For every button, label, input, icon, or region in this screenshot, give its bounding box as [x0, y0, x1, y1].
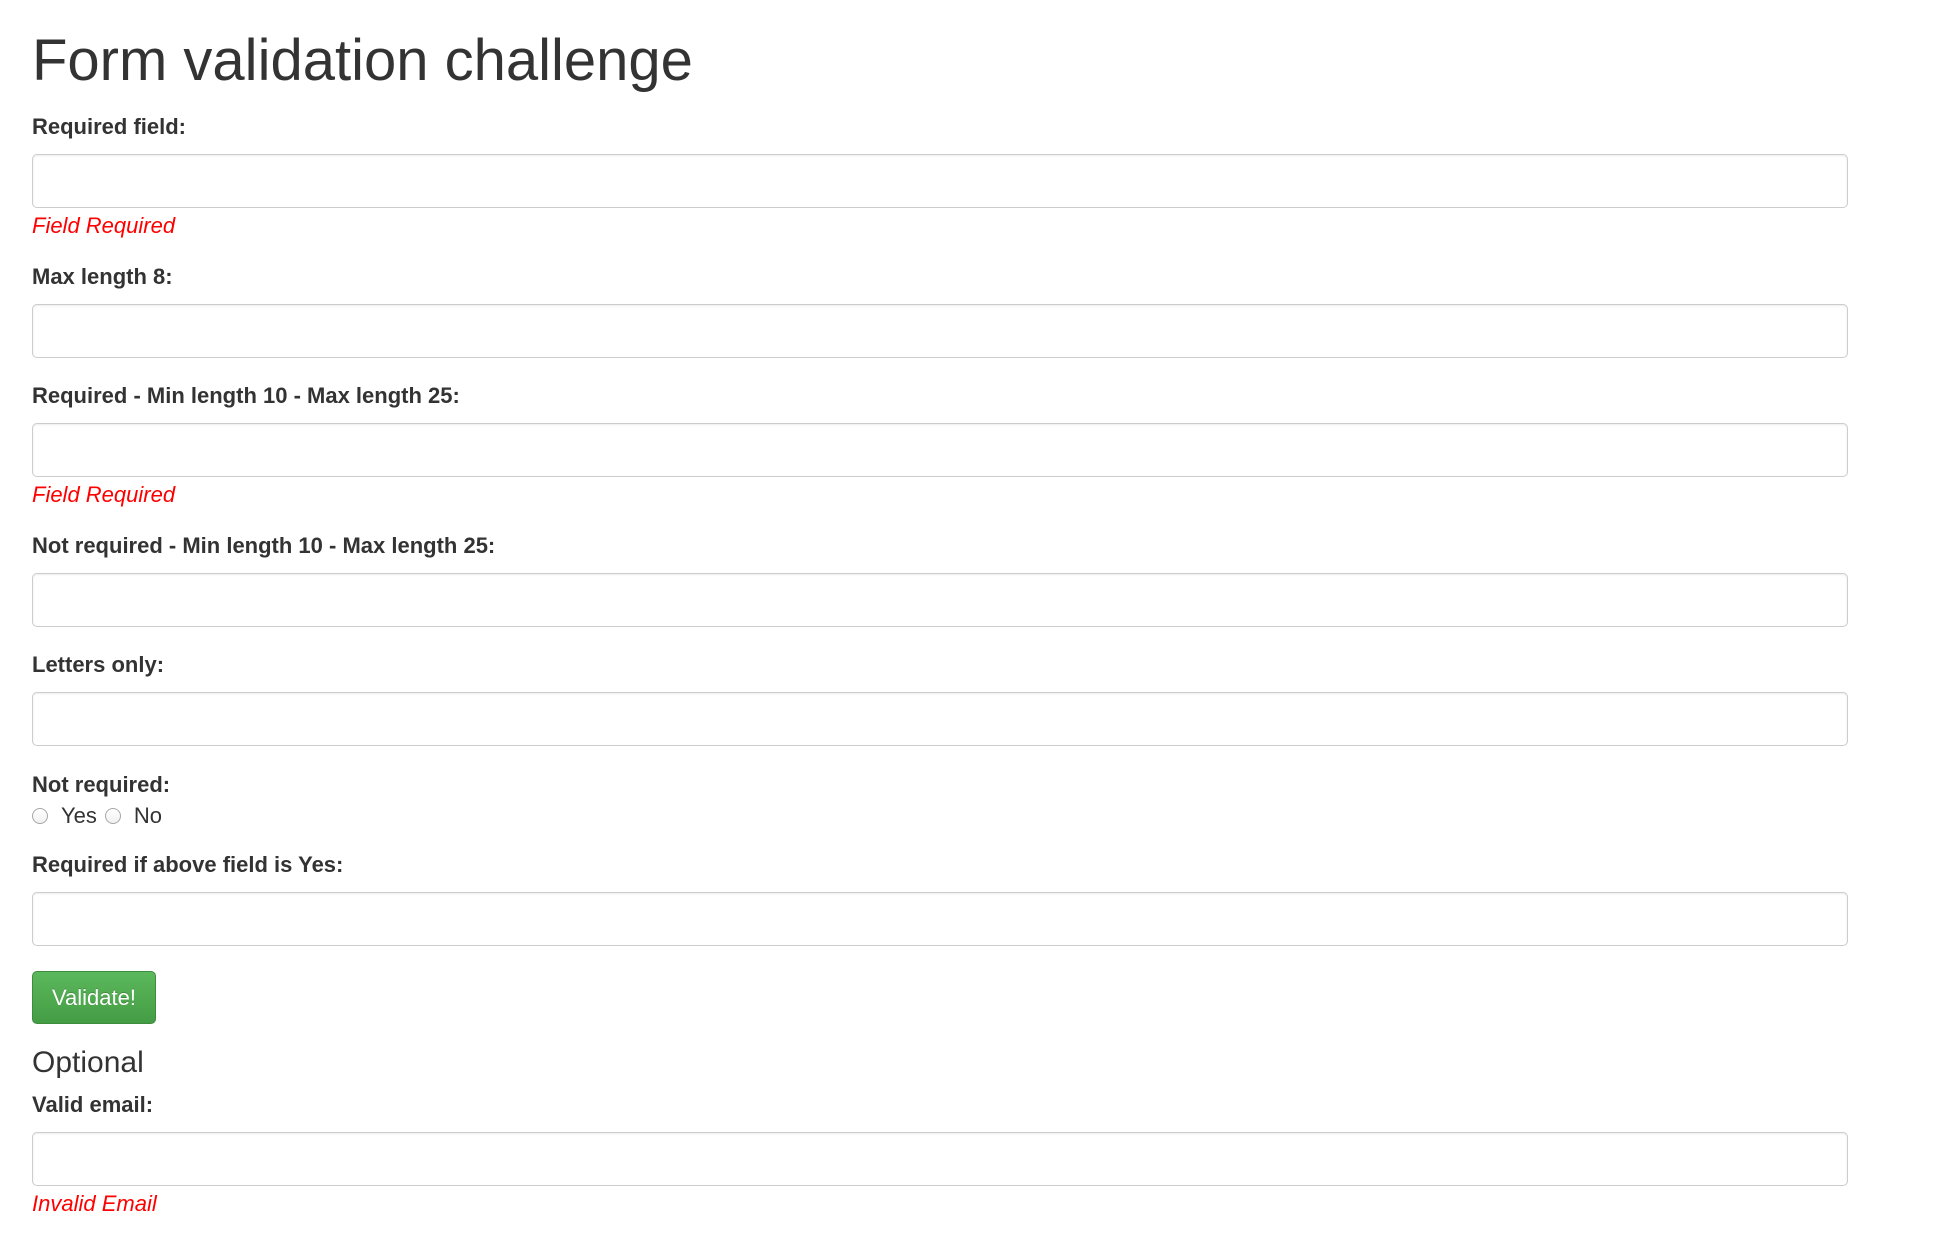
required-min-max-input[interactable]: [32, 423, 1848, 477]
required-if-yes-input[interactable]: [32, 892, 1848, 946]
valid-email-group: Valid email: Invalid Email: [32, 1092, 1848, 1217]
required-min-max-group: Required - Min length 10 - Max length 25…: [32, 383, 1848, 508]
letters-only-group: Letters only:: [32, 652, 1848, 746]
max-length-8-input[interactable]: [32, 304, 1848, 358]
not-required-min-max-input[interactable]: [32, 573, 1848, 627]
required-field-input[interactable]: [32, 154, 1848, 208]
letters-only-input[interactable]: [32, 692, 1848, 746]
required-if-yes-label: Required if above field is Yes:: [32, 852, 344, 877]
valid-email-input[interactable]: [32, 1132, 1848, 1186]
required-field-group: Required field: Field Required: [32, 114, 1848, 239]
required-field-label: Required field:: [32, 114, 187, 139]
validate-button[interactable]: Validate!: [32, 971, 156, 1024]
not-required-radio-label: Not required:: [32, 772, 171, 797]
radio-no-label[interactable]: No: [134, 803, 162, 829]
form-page: Form validation challenge Required field…: [32, 0, 1848, 1217]
required-field-error: Field Required: [32, 213, 176, 238]
radio-options: Yes No: [32, 802, 1848, 830]
optional-section-title: Optional: [32, 1046, 144, 1079]
page-title: Form validation challenge: [32, 28, 693, 93]
not-required-min-max-label: Not required - Min length 10 - Max lengt…: [32, 533, 496, 558]
button-row: Validate!: [32, 971, 1848, 1024]
radio-yes[interactable]: [32, 808, 48, 824]
required-min-max-error: Field Required: [32, 482, 176, 507]
radio-no[interactable]: [104, 808, 121, 824]
letters-only-label: Letters only:: [32, 652, 165, 677]
radio-yes-label[interactable]: Yes: [61, 803, 97, 829]
max-length-8-group: Max length 8:: [32, 264, 1848, 358]
required-if-yes-group: Required if above field is Yes:: [32, 852, 1848, 946]
valid-email-label: Valid email:: [32, 1092, 154, 1117]
required-min-max-label: Required - Min length 10 - Max length 25…: [32, 383, 460, 408]
max-length-8-label: Max length 8:: [32, 264, 173, 289]
not-required-min-max-group: Not required - Min length 10 - Max lengt…: [32, 533, 1848, 627]
valid-email-error: Invalid Email: [32, 1191, 157, 1216]
not-required-radio-group: Not required: Yes No: [32, 772, 1848, 830]
